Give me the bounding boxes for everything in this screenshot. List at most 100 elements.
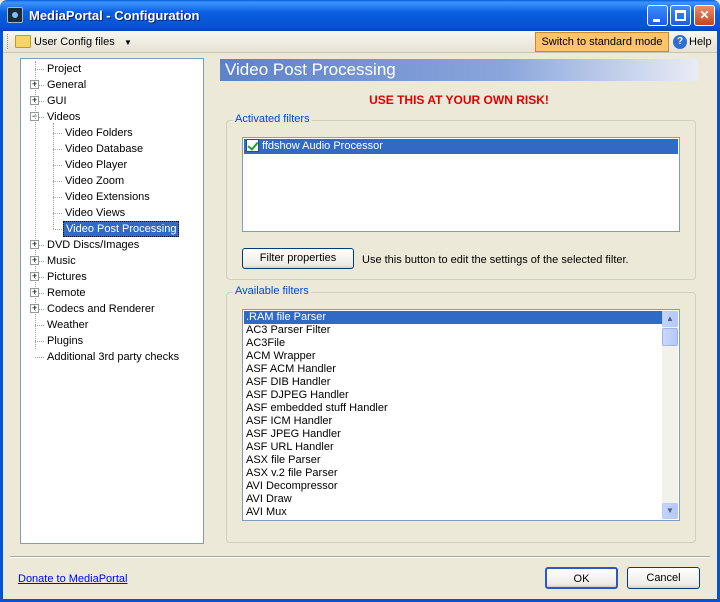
- activated-filters-list[interactable]: ffdshow Audio Processor: [242, 137, 680, 232]
- available-filter-item[interactable]: AC3File: [244, 337, 662, 350]
- available-filter-item[interactable]: .RAM file Parser: [244, 311, 662, 324]
- window-title: MediaPortal - Configuration: [29, 8, 200, 23]
- tree-connector: [35, 341, 44, 342]
- tree-item[interactable]: + DVD Discs/Images: [21, 237, 203, 253]
- tree-item-label: Plugins: [47, 335, 84, 347]
- available-filter-item[interactable]: AC3 Parser Filter: [244, 324, 662, 337]
- tree-connector: [53, 181, 62, 182]
- tree-connector: [53, 149, 62, 150]
- tree-connector: [35, 325, 44, 326]
- mediaportal-app-icon: [7, 7, 23, 23]
- tree-item[interactable]: Weather: [21, 317, 203, 333]
- available-filter-item[interactable]: ASF embedded stuff Handler: [244, 402, 662, 415]
- tree-item-label: GUI: [47, 95, 67, 107]
- available-filter-item[interactable]: ACM Wrapper: [244, 350, 662, 363]
- tree-item[interactable]: + GUI: [21, 93, 203, 109]
- help-label: Help: [689, 36, 712, 48]
- tree-connector: [53, 197, 62, 198]
- maximize-icon: [675, 10, 686, 21]
- tree-item-label: Music: [47, 255, 76, 267]
- minimize-button[interactable]: [647, 5, 668, 26]
- tree-connector: [53, 213, 62, 214]
- available-filter-item[interactable]: ASF ICM Handler: [244, 415, 662, 428]
- tree-item-label: Videos: [47, 111, 81, 123]
- minimize-icon: [653, 19, 660, 22]
- tree-item-label: Video Zoom: [65, 175, 125, 187]
- filter-properties-hint: Use this button to edit the settings of …: [362, 254, 629, 266]
- scroll-down-icon[interactable]: ▼: [662, 503, 678, 519]
- tree-connector: [35, 69, 44, 70]
- tree-item[interactable]: Video Extensions: [21, 189, 203, 205]
- activated-filters-title: Activated filters: [233, 113, 312, 125]
- tree-item-label: Video Extensions: [65, 191, 150, 203]
- tree-item-label: General: [47, 79, 87, 91]
- toolbar-grip[interactable]: [7, 34, 10, 49]
- tree-item[interactable]: Video Zoom: [21, 173, 203, 189]
- tree-item[interactable]: + Music: [21, 253, 203, 269]
- filter-properties-button[interactable]: Filter properties: [242, 248, 354, 269]
- tree-item-label: Weather: [47, 319, 89, 331]
- available-filters-list[interactable]: ▲ ▼ .RAM file Parser AC3 Parser Filter AC3…: [242, 309, 680, 521]
- available-filters-scrollbar[interactable]: ▲ ▼: [662, 311, 678, 519]
- tree-item-label: Video Player: [65, 159, 128, 171]
- tree-item[interactable]: + Pictures: [21, 269, 203, 285]
- chevron-down-icon[interactable]: ▼: [124, 38, 132, 47]
- close-button[interactable]: ✕: [694, 5, 715, 26]
- help-icon: ?: [673, 35, 687, 50]
- tree-item-label: Video Database: [65, 143, 144, 155]
- toolbar: User Config files ▼ Switch to standard m…: [3, 31, 717, 53]
- tree-item-label: Remote: [47, 287, 86, 299]
- available-filter-item[interactable]: ASF JPEG Handler: [244, 428, 662, 441]
- tree-item[interactable]: + Remote: [21, 285, 203, 301]
- tree-item[interactable]: Additional 3rd party checks: [21, 349, 203, 365]
- risk-warning: USE THIS AT YOUR OWN RISK!: [369, 93, 549, 107]
- maximize-button[interactable]: [670, 5, 691, 26]
- tree-item[interactable]: Video Post Processing: [21, 221, 203, 237]
- user-config-files-menu[interactable]: User Config files: [34, 36, 115, 48]
- available-filter-item[interactable]: ASX v.2 file Parser: [244, 467, 662, 480]
- tree-item-label: Pictures: [47, 271, 87, 283]
- tree-connector: [35, 61, 36, 349]
- available-filter-item[interactable]: AVI Decompressor: [244, 480, 662, 493]
- tree-item-label: Codecs and Renderer: [47, 303, 155, 315]
- tree-item-label: Project: [47, 63, 82, 75]
- tree-item[interactable]: Video Database: [21, 141, 203, 157]
- tree-item[interactable]: Video Player: [21, 157, 203, 173]
- scroll-up-icon[interactable]: ▲: [662, 311, 678, 327]
- available-filter-item[interactable]: ASF DJPEG Handler: [244, 389, 662, 402]
- footer-separator: [10, 556, 710, 558]
- tree-connector: [35, 357, 44, 358]
- tree-item-label: Additional 3rd party checks: [47, 351, 180, 363]
- switch-to-standard-mode-button[interactable]: Switch to standard mode: [535, 32, 669, 52]
- scroll-thumb[interactable]: [662, 328, 678, 346]
- tree-item[interactable]: Video Folders: [21, 125, 203, 141]
- tree-item[interactable]: Project: [21, 61, 203, 77]
- close-icon: ✕: [699, 8, 710, 22]
- folder-icon[interactable]: [15, 35, 31, 48]
- title-bar: MediaPortal - Configuration ✕: [0, 0, 720, 31]
- cancel-button[interactable]: Cancel: [627, 567, 700, 589]
- tree-item-label: DVD Discs/Images: [47, 239, 140, 251]
- settings-tree[interactable]: Project + General + GUI − Videos Video Folders V…: [20, 58, 204, 544]
- tree-item[interactable]: + General: [21, 77, 203, 93]
- available-filter-item[interactable]: ASF ACM Handler: [244, 363, 662, 376]
- available-filter-item[interactable]: AVI Mux: [244, 506, 662, 519]
- tree-item-label: Video Folders: [65, 127, 133, 139]
- tree-item[interactable]: − Videos: [21, 109, 203, 125]
- available-filter-item[interactable]: ASX file Parser: [244, 454, 662, 467]
- section-header: Video Post Processing: [220, 59, 698, 81]
- available-filter-item[interactable]: AVI Draw: [244, 493, 662, 506]
- tree-connector: [53, 229, 62, 230]
- activated-filter-item[interactable]: ffdshow Audio Processor: [244, 138, 678, 154]
- donate-link[interactable]: Donate to MediaPortal: [18, 573, 127, 585]
- tree-item[interactable]: Video Views: [21, 205, 203, 221]
- ok-button[interactable]: OK: [545, 567, 618, 589]
- available-filter-item[interactable]: ASF URL Handler: [244, 441, 662, 454]
- tree-item[interactable]: + Codecs and Renderer: [21, 301, 203, 317]
- available-filter-item[interactable]: ASF DIB Handler: [244, 376, 662, 389]
- filter-checkbox[interactable]: [246, 138, 259, 152]
- help-button[interactable]: ? Help: [673, 33, 712, 51]
- tree-item[interactable]: Plugins: [21, 333, 203, 349]
- page-title: Video Post Processing: [225, 60, 396, 79]
- tree-connector: [53, 123, 54, 229]
